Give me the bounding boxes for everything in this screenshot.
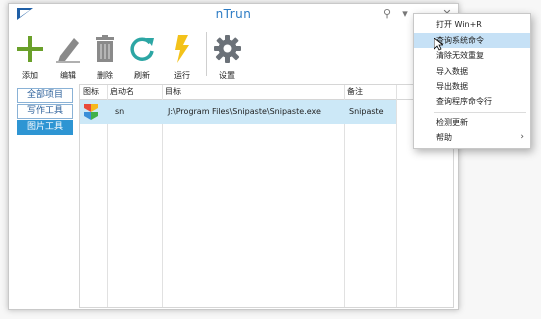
menu-item-label: 检测更新 bbox=[436, 118, 468, 127]
app-window: nTrun ⚲ ▾ — ✕ 添加 编辑 bbox=[8, 3, 459, 310]
gear-icon bbox=[214, 35, 241, 63]
menu-item-label: 查询程序命令行 bbox=[436, 97, 492, 106]
menu-item-label: 导入数据 bbox=[436, 67, 468, 76]
delete-label: 删除 bbox=[97, 71, 113, 80]
table-header: 图标 启动名 目标 备注 bbox=[80, 85, 453, 100]
pencil-icon bbox=[56, 38, 80, 63]
sidebar-item-writing-tools[interactable]: 写作工具 bbox=[17, 104, 73, 119]
menu-dropdown-icon[interactable]: ▾ bbox=[398, 7, 412, 21]
table-row[interactable]: sn J:\Program Files\Snipaste\Snipaste.ex… bbox=[80, 100, 396, 124]
column-header-note[interactable]: 备注 bbox=[344, 85, 363, 99]
sidebar-item-image-tools[interactable]: 图片工具 bbox=[17, 120, 73, 135]
menu-item-query-system-commands[interactable]: 查询系统命令 bbox=[414, 33, 530, 48]
menu-item-query-program-cmdline[interactable]: 查询程序命令行 bbox=[414, 94, 530, 109]
menu-item-check-updates[interactable]: 检测更新 bbox=[414, 115, 530, 130]
add-label: 添加 bbox=[22, 71, 38, 80]
toolbar: 添加 编辑 删除 刷新 运行 设置 bbox=[9, 30, 458, 80]
run-button[interactable]: 运行 bbox=[165, 32, 199, 80]
chevron-right-icon: › bbox=[520, 132, 524, 142]
menu-separator bbox=[434, 112, 526, 113]
menu-item-label: 打开 Win+R bbox=[436, 20, 482, 29]
plus-icon bbox=[17, 36, 43, 62]
menu-item-export-data[interactable]: 导出数据 bbox=[414, 79, 530, 94]
row-note: Snipaste bbox=[349, 107, 384, 116]
menu-item-label: 帮助 bbox=[436, 133, 452, 142]
refresh-button[interactable]: 刷新 bbox=[125, 32, 159, 80]
menu-item-import-data[interactable]: 导入数据 bbox=[414, 64, 530, 79]
settings-label: 设置 bbox=[219, 71, 235, 80]
toolbar-divider bbox=[206, 32, 207, 76]
edit-label: 编辑 bbox=[60, 71, 76, 80]
refresh-icon bbox=[130, 37, 154, 61]
settings-button[interactable]: 设置 bbox=[210, 32, 244, 80]
trash-icon bbox=[96, 35, 114, 62]
column-header-target[interactable]: 目标 bbox=[162, 85, 181, 99]
sidebar-item-all[interactable]: 全部项目 bbox=[17, 88, 73, 103]
search-icon[interactable]: ⚲ bbox=[380, 7, 394, 21]
edit-button[interactable]: 编辑 bbox=[51, 32, 85, 80]
column-header-icon[interactable]: 图标 bbox=[80, 85, 99, 99]
menu-item-label: 查询系统命令 bbox=[436, 36, 484, 45]
menu-item-label: 清除无效重复 bbox=[436, 51, 484, 60]
column-divider bbox=[396, 85, 397, 307]
run-label: 运行 bbox=[174, 71, 190, 80]
context-menu: 打开 Win+R 查询系统命令 清除无效重复 导入数据 导出数据 查询程序命令行… bbox=[413, 13, 531, 149]
lightning-icon bbox=[175, 35, 189, 63]
delete-button[interactable]: 删除 bbox=[88, 32, 122, 80]
snipaste-logo-icon bbox=[82, 100, 100, 124]
menu-item-clear-duplicates[interactable]: 清除无效重复 bbox=[414, 48, 530, 63]
menu-item-label: 导出数据 bbox=[436, 82, 468, 91]
sidebar: 全部项目 写作工具 图片工具 bbox=[9, 84, 75, 309]
menu-item-help[interactable]: 帮助 › bbox=[414, 130, 530, 145]
row-name: sn bbox=[115, 107, 125, 116]
row-target: J:\Program Files\Snipaste\Snipaste.exe bbox=[168, 107, 321, 116]
column-header-name[interactable]: 启动名 bbox=[107, 85, 134, 99]
menu-item-open-run[interactable]: 打开 Win+R bbox=[414, 17, 530, 32]
add-button[interactable]: 添加 bbox=[13, 32, 47, 80]
refresh-label: 刷新 bbox=[134, 71, 150, 80]
items-table: 图标 启动名 目标 备注 sn J:\Program Files\Snipast… bbox=[79, 84, 454, 308]
mouse-cursor-icon bbox=[433, 37, 445, 54]
title-bar[interactable]: nTrun ⚲ ▾ — ✕ bbox=[9, 4, 458, 26]
